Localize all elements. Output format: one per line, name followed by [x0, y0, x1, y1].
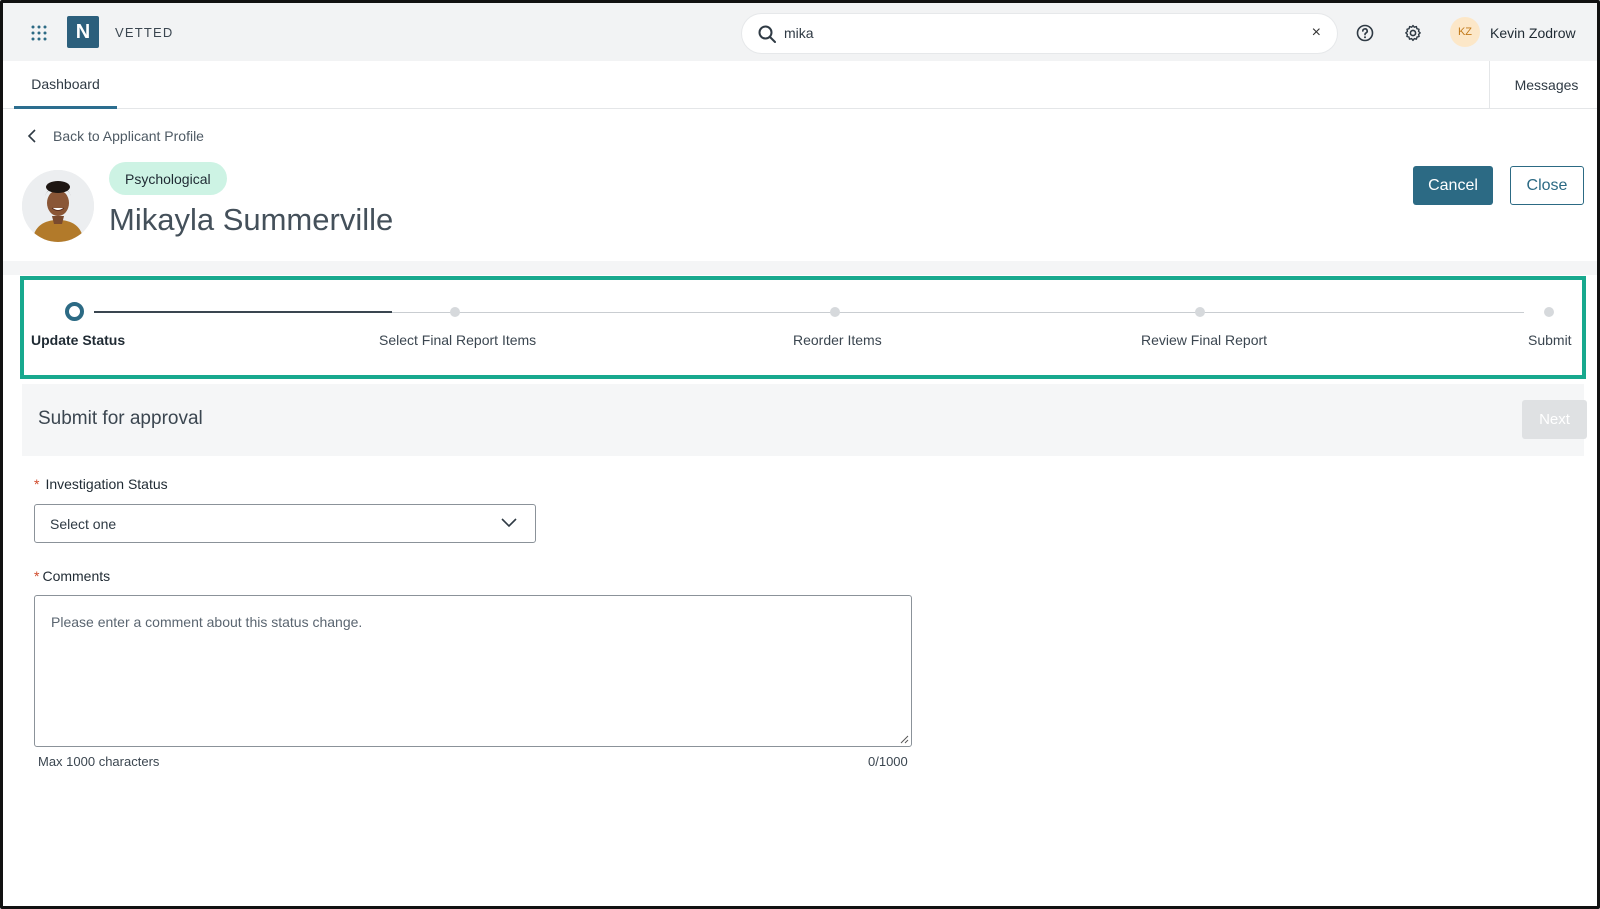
help-icon[interactable] [1356, 24, 1374, 42]
user-avatar[interactable]: KZ [1450, 17, 1480, 47]
comments-text: Comments [42, 568, 111, 584]
character-counter: 0/1000 [868, 754, 908, 769]
applicant-name: Mikayla Summerville [109, 202, 394, 237]
step-2-label: Select Final Report Items [379, 332, 537, 348]
step-3-label: Reorder Items [793, 332, 882, 348]
step-4-label: Review Final Report [1141, 332, 1268, 348]
section-title: Submit for approval [38, 408, 203, 429]
apps-grid-icon[interactable] [31, 25, 47, 41]
cancel-button[interactable]: Cancel [1413, 166, 1493, 205]
resize-handle-icon[interactable] [900, 735, 909, 744]
comments-textarea[interactable] [35, 596, 911, 746]
tab-dashboard[interactable]: Dashboard [14, 61, 117, 109]
max-characters-hint: Max 1000 characters [38, 754, 160, 769]
stepper-progress [94, 311, 392, 313]
required-marker: * [34, 476, 40, 492]
tab-messages[interactable]: Messages [1489, 61, 1597, 109]
search-input[interactable] [784, 22, 1284, 44]
tab-bar: Dashboard Messages [3, 61, 1597, 109]
step-2-marker [450, 307, 460, 317]
next-button[interactable]: Next [1522, 400, 1587, 439]
step-3-marker [830, 307, 840, 317]
comments-label: * Comments [34, 568, 110, 584]
gear-icon[interactable] [1404, 24, 1422, 42]
chevron-left-icon [27, 129, 36, 143]
category-tag: Psychological [109, 162, 227, 195]
step-4-marker [1195, 307, 1205, 317]
header-divider [3, 261, 1597, 275]
section-header: Submit for approval Next [22, 384, 1587, 456]
step-1-label: Update Status [31, 332, 126, 348]
step-5-label: Submit [1528, 332, 1572, 348]
investigation-status-text: Investigation Status [45, 476, 168, 492]
close-button[interactable]: Close [1510, 166, 1584, 205]
required-marker: * [34, 568, 40, 584]
back-link-label: Back to Applicant Profile [53, 128, 204, 144]
investigation-status-select[interactable]: Select one [34, 504, 536, 543]
app-logo[interactable]: N [67, 16, 99, 48]
app-window: N VETTED × KZ Kevin Zodrow Dashboard Mes… [0, 0, 1600, 909]
comments-field [34, 595, 912, 747]
investigation-status-label: * Investigation Status [34, 476, 168, 492]
applicant-photo [22, 170, 94, 242]
step-1-marker [65, 302, 84, 321]
progress-stepper: Update Status Select Final Report Items … [20, 276, 1586, 379]
search-icon [758, 25, 776, 43]
close-icon[interactable]: × [1312, 24, 1321, 42]
search-bar: × [742, 14, 1337, 53]
chevron-down-icon [501, 518, 517, 528]
top-bar: N VETTED × KZ Kevin Zodrow [3, 3, 1597, 61]
brand-name: VETTED [115, 25, 174, 40]
back-link[interactable]: Back to Applicant Profile [27, 128, 204, 144]
user-name[interactable]: Kevin Zodrow [1490, 25, 1576, 41]
select-value: Select one [50, 516, 117, 532]
step-5-marker [1544, 307, 1554, 317]
